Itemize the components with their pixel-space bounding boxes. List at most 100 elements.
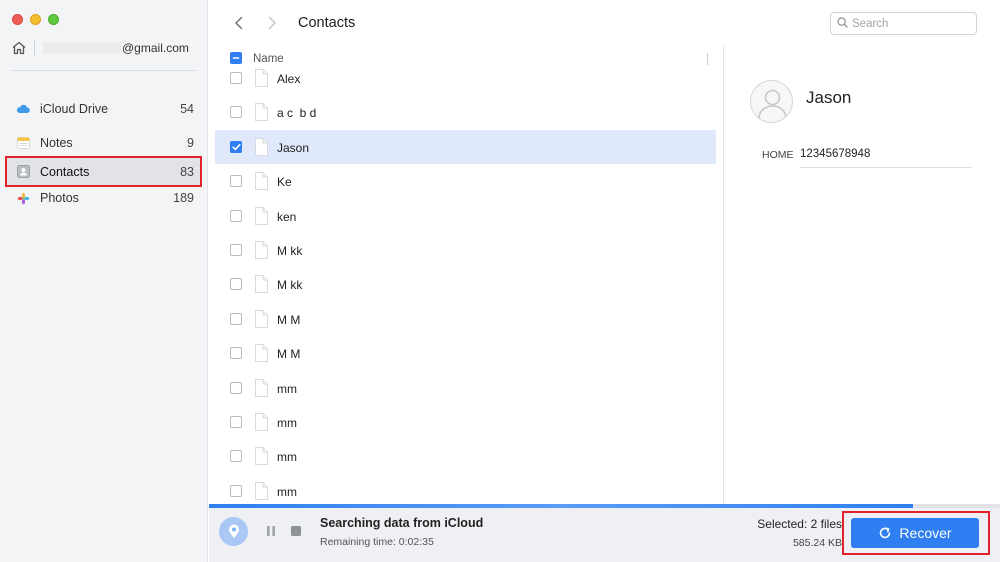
status-title: Searching data from iCloud <box>320 516 484 530</box>
list-item[interactable]: M M <box>215 302 716 336</box>
row-checkbox[interactable] <box>230 175 242 188</box>
zoom-window-button[interactable] <box>48 14 59 25</box>
row-checkbox[interactable] <box>230 106 242 119</box>
sidebar-item-label: Notes <box>40 136 73 150</box>
contact-name-cell: M kk <box>277 244 303 258</box>
row-checkbox[interactable] <box>230 140 242 153</box>
toolbar: Contacts <box>209 0 1000 46</box>
row-checkbox[interactable] <box>230 278 242 291</box>
sidebar-item-label: Contacts <box>40 164 90 179</box>
list-item[interactable]: Alex <box>215 61 716 95</box>
home-icon[interactable] <box>10 39 28 57</box>
forward-button[interactable] <box>262 13 282 33</box>
field-label: HOME <box>762 149 794 161</box>
file-icon <box>253 103 269 124</box>
contact-name-cell: Jason <box>277 140 310 155</box>
file-icon <box>253 241 269 262</box>
location-badge <box>219 517 248 546</box>
sidebar-item-label: Photos <box>40 191 79 205</box>
list-item[interactable]: M M <box>215 336 716 370</box>
file-icon <box>253 172 269 193</box>
location-pin-icon <box>228 524 239 538</box>
file-icon <box>253 378 269 400</box>
contact-name-cell: ken <box>277 209 297 224</box>
file-icon <box>253 344 269 365</box>
chevron-left-icon <box>235 16 243 30</box>
row-checkbox[interactable] <box>230 450 242 463</box>
list-item[interactable]: ken <box>215 199 716 233</box>
sidebar-item-notes[interactable]: Notes 9 <box>8 130 200 156</box>
contacts-list: Name Alex a c b d Jason Ke ken M kk M kk M MM M… <box>209 46 723 504</box>
sidebar-item-count: 54 <box>180 102 194 116</box>
contact-name-cell: mm <box>277 416 297 430</box>
sidebar: @gmail.com iCloud Drive 54 Notes 9 Conta… <box>0 0 208 562</box>
sidebar-item-contacts[interactable]: Contacts 83 <box>5 156 202 187</box>
photos-icon <box>16 191 30 205</box>
account-row: @gmail.com <box>10 38 200 58</box>
sidebar-item-count: 189 <box>173 191 194 205</box>
contact-name-cell: mm <box>277 450 297 465</box>
account-redacted <box>43 42 121 54</box>
person-icon <box>758 89 787 119</box>
stop-button[interactable] <box>290 525 302 540</box>
file-icon <box>253 275 269 296</box>
list-item[interactable]: mm <box>215 405 716 439</box>
recover-highlight: Recover <box>842 511 990 555</box>
contact-name-cell: Ke <box>277 175 292 190</box>
back-button[interactable] <box>229 13 249 33</box>
row-checkbox[interactable] <box>230 312 242 325</box>
file-icon <box>253 69 269 90</box>
row-checkbox[interactable] <box>230 244 242 256</box>
sidebar-item-photos[interactable]: Photos 189 <box>8 185 200 211</box>
window-controls <box>12 14 59 25</box>
row-checkbox[interactable] <box>230 381 242 394</box>
contacts-icon <box>16 165 30 179</box>
page-title: Contacts <box>298 15 356 31</box>
list-item[interactable]: mm <box>215 474 716 504</box>
list-item[interactable]: Ke <box>215 164 716 198</box>
remaining-time: Remaining time: 0:02:35 <box>320 536 434 548</box>
contact-name: Jason <box>806 88 852 107</box>
file-icon <box>253 481 269 503</box>
notes-icon <box>16 136 30 150</box>
sidebar-item-count: 83 <box>180 164 194 179</box>
selection-size: 585.24 KB <box>792 537 842 549</box>
search-box[interactable] <box>830 12 977 35</box>
list-item[interactable]: M kk <box>215 267 716 301</box>
field-value: 12345678948 <box>800 148 871 160</box>
chevron-right-icon <box>268 16 276 30</box>
file-icon <box>253 413 269 434</box>
row-checkbox[interactable] <box>230 484 242 497</box>
recover-button[interactable]: Recover <box>851 518 979 548</box>
refresh-icon <box>878 526 892 540</box>
file-icon <box>253 447 269 468</box>
search-input[interactable] <box>852 17 962 30</box>
row-checkbox[interactable] <box>230 416 242 428</box>
cloud-icon <box>16 102 30 116</box>
pause-button[interactable] <box>266 525 276 540</box>
pause-icon <box>267 526 275 536</box>
row-checkbox[interactable] <box>230 72 242 84</box>
row-checkbox[interactable] <box>230 209 242 222</box>
list-item[interactable]: mm <box>215 371 716 405</box>
list-item[interactable]: Jason <box>215 129 716 164</box>
list-item[interactable]: M kk <box>215 233 716 267</box>
minimize-window-button[interactable] <box>30 14 41 25</box>
stop-icon <box>291 526 301 536</box>
contact-name-cell: M kk <box>277 278 303 293</box>
file-icon <box>253 206 269 228</box>
file-icon <box>253 137 269 159</box>
contact-name-cell: a c b d <box>277 106 317 121</box>
field-underline <box>800 167 972 168</box>
sidebar-item-icloud-drive[interactable]: iCloud Drive 54 <box>8 96 200 122</box>
file-icon <box>253 309 269 331</box>
avatar <box>750 80 793 123</box>
account-separator <box>34 40 35 56</box>
list-item[interactable]: a c b d <box>215 95 716 129</box>
close-window-button[interactable] <box>12 14 23 25</box>
contact-name-cell: mm <box>277 381 297 396</box>
list-item[interactable]: mm <box>215 439 716 473</box>
contact-name-cell: M M <box>277 312 301 327</box>
row-checkbox[interactable] <box>230 347 242 360</box>
contact-name-cell: M M <box>277 347 301 362</box>
